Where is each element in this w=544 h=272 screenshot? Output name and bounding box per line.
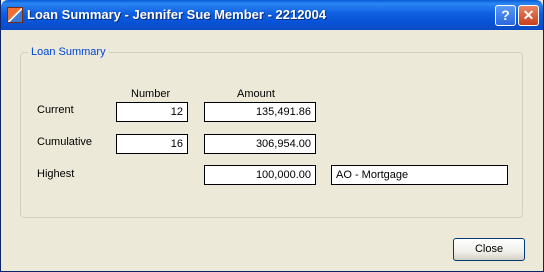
highest-loan-type-field[interactable]: AO - Mortgage bbox=[331, 165, 508, 185]
dialog-body: Loan Summary Number Amount Current 12 13… bbox=[1, 30, 543, 271]
close-window-button[interactable]: ✕ bbox=[518, 5, 539, 26]
row-label-current: Current bbox=[37, 104, 74, 116]
row-label-highest: Highest bbox=[37, 168, 75, 180]
column-header-number: Number bbox=[131, 88, 171, 100]
highest-amount-field[interactable]: 100,000.00 bbox=[204, 165, 316, 185]
close-button[interactable]: Close bbox=[453, 238, 525, 261]
row-label-cumulative: Cumulative bbox=[37, 136, 93, 148]
group-legend: Loan Summary bbox=[28, 46, 109, 58]
title-bar[interactable]: Loan Summary - Jennifer Sue Member - 221… bbox=[1, 0, 543, 30]
cumulative-amount-field[interactable]: 306,954.00 bbox=[204, 134, 316, 154]
current-amount-field[interactable]: 135,491.86 bbox=[204, 102, 316, 122]
loan-summary-window: Loan Summary - Jennifer Sue Member - 221… bbox=[0, 0, 544, 272]
cumulative-number-field[interactable]: 16 bbox=[116, 134, 188, 154]
window-title: Loan Summary - Jennifer Sue Member - 221… bbox=[27, 7, 327, 22]
app-icon bbox=[7, 7, 23, 23]
current-number-field[interactable]: 12 bbox=[116, 102, 188, 122]
column-header-amount: Amount bbox=[237, 88, 275, 100]
help-button[interactable]: ? bbox=[495, 5, 516, 26]
